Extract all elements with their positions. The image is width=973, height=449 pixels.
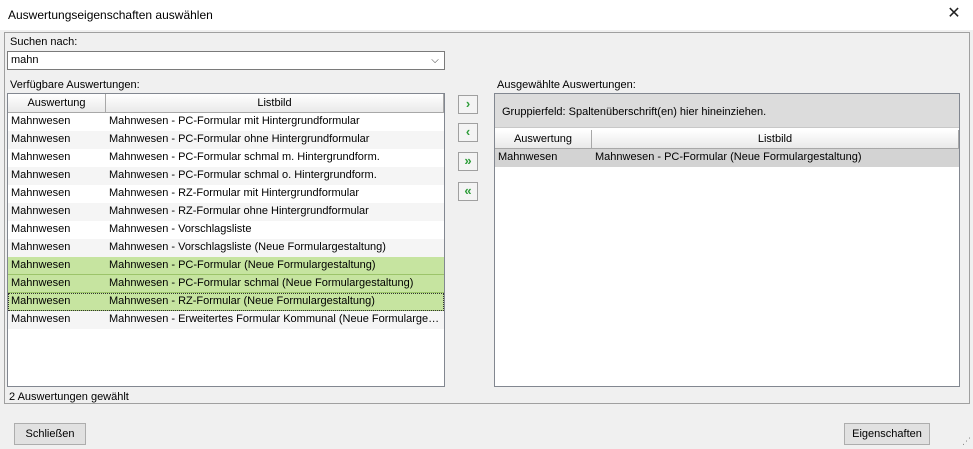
grouping-panel[interactable]: Gruppierfeld: Spaltenüberschrift(en) hie… bbox=[495, 94, 959, 128]
cell-auswertung: Mahnwesen bbox=[11, 169, 71, 181]
table-row[interactable]: Mahnwesen Mahnwesen - PC-Formular mit Hin… bbox=[8, 113, 444, 131]
status-text: 2 Auswertungen gewählt bbox=[9, 391, 129, 403]
chevron-left-icon: ‹ bbox=[465, 124, 471, 139]
search-combobox[interactable]: mahn ⌵ bbox=[7, 51, 445, 70]
table-row[interactable]: Mahnwesen Mahnwesen - Vorschlagsliste bbox=[8, 221, 444, 239]
cell-listbild: Mahnwesen - RZ-Formular mit Hintergrundf… bbox=[109, 187, 360, 199]
cell-auswertung: Mahnwesen bbox=[11, 313, 71, 325]
table-row[interactable]: Mahnwesen Mahnwesen - PC-Formular (Neue F… bbox=[8, 257, 444, 275]
cell-auswertung: Mahnwesen bbox=[11, 223, 71, 235]
cell-auswertung: Mahnwesen bbox=[11, 115, 71, 127]
table-row[interactable]: Mahnwesen Mahnwesen - PC-Formular schmal … bbox=[8, 167, 444, 185]
cell-listbild: Mahnwesen - Vorschlagsliste (Neue Formul… bbox=[109, 241, 386, 253]
close-button[interactable]: Schließen bbox=[14, 423, 86, 445]
cell-listbild: Mahnwesen - PC-Formular schmal o. Hinter… bbox=[109, 169, 377, 181]
cell-listbild: Mahnwesen - RZ-Formular ohne Hintergrund… bbox=[109, 205, 369, 217]
close-icon[interactable]: ✕ bbox=[939, 2, 969, 26]
cell-listbild: Mahnwesen - PC-Formular (Neue Formularge… bbox=[595, 151, 862, 163]
available-list[interactable]: Auswertung Listbild Mahnwesen Mahnwesen -… bbox=[7, 93, 445, 387]
table-row[interactable]: Mahnwesen Mahnwesen - Vorschlagsliste (Ne… bbox=[8, 239, 444, 257]
cell-auswertung: Mahnwesen bbox=[11, 151, 71, 163]
resize-grip-icon[interactable]: ⋰ bbox=[962, 436, 971, 447]
table-row[interactable]: Mahnwesen Mahnwesen - RZ-Formular (Neue F… bbox=[8, 293, 444, 311]
chevron-right-icon: › bbox=[465, 96, 471, 111]
cell-listbild: Mahnwesen - Vorschlagsliste bbox=[109, 223, 252, 235]
cell-listbild: Mahnwesen - PC-Formular ohne Hintergrund… bbox=[109, 133, 370, 145]
cell-auswertung: Mahnwesen bbox=[11, 187, 71, 199]
move-all-left-button[interactable]: « bbox=[458, 182, 478, 201]
cell-auswertung: Mahnwesen bbox=[11, 205, 71, 217]
grouping-hint: Gruppierfeld: Spaltenüberschrift(en) hie… bbox=[502, 106, 767, 118]
available-col-auswertung[interactable]: Auswertung bbox=[8, 94, 106, 113]
properties-button[interactable]: Eigenschaften bbox=[844, 423, 930, 445]
cell-auswertung: Mahnwesen bbox=[11, 295, 71, 307]
selected-col-listbild[interactable]: Listbild bbox=[592, 130, 959, 149]
window-title: Auswertungseigenschaften auswählen bbox=[8, 8, 213, 22]
cell-auswertung: Mahnwesen bbox=[11, 241, 71, 253]
table-row[interactable]: Mahnwesen Mahnwesen - RZ-Formular ohne Hi… bbox=[8, 203, 444, 221]
title-bar: Auswertungseigenschaften auswählen ✕ bbox=[0, 0, 973, 30]
search-value: mahn bbox=[11, 54, 39, 66]
cell-listbild: Mahnwesen - PC-Formular (Neue Formularge… bbox=[109, 259, 376, 271]
cell-auswertung: Mahnwesen bbox=[11, 259, 71, 271]
cell-listbild: Mahnwesen - PC-Formular schmal m. Hinter… bbox=[109, 151, 380, 163]
cell-auswertung: Mahnwesen bbox=[11, 133, 71, 145]
cell-auswertung: Mahnwesen bbox=[11, 277, 71, 289]
selected-label: Ausgewählte Auswertungen: bbox=[497, 79, 636, 91]
selected-list[interactable]: Gruppierfeld: Spaltenüberschrift(en) hie… bbox=[494, 93, 960, 387]
table-row[interactable]: Mahnwesen Mahnwesen - RZ-Formular mit Hin… bbox=[8, 185, 444, 203]
cell-auswertung: Mahnwesen bbox=[498, 151, 558, 163]
table-row[interactable]: Mahnwesen Mahnwesen - Erweitertes Formula… bbox=[8, 311, 444, 329]
table-row[interactable]: Mahnwesen Mahnwesen - PC-Formular ohne Hi… bbox=[8, 131, 444, 149]
selected-col-auswertung[interactable]: Auswertung bbox=[495, 130, 592, 149]
cell-listbild: Mahnwesen - Erweitertes Formular Kommuna… bbox=[109, 313, 444, 325]
cell-listbild: Mahnwesen - PC-Formular mit Hintergrundf… bbox=[109, 115, 360, 127]
cell-listbild: Mahnwesen - PC-Formular schmal (Neue For… bbox=[109, 277, 414, 289]
available-col-listbild[interactable]: Listbild bbox=[106, 94, 444, 113]
move-right-button[interactable]: › bbox=[458, 95, 478, 114]
table-row[interactable]: Mahnwesen Mahnwesen - PC-Formular schmal … bbox=[8, 275, 444, 293]
available-label: Verfügbare Auswertungen: bbox=[10, 79, 140, 91]
move-left-button[interactable]: ‹ bbox=[458, 123, 478, 142]
move-all-right-button[interactable]: » bbox=[458, 152, 478, 171]
search-label: Suchen nach: bbox=[10, 36, 78, 48]
chevron-down-icon[interactable]: ⌵ bbox=[428, 52, 442, 69]
table-row[interactable]: Mahnwesen Mahnwesen - PC-Formular (Neue F… bbox=[495, 149, 959, 167]
table-row[interactable]: Mahnwesen Mahnwesen - PC-Formular schmal … bbox=[8, 149, 444, 167]
double-chevron-left-icon: « bbox=[464, 183, 472, 198]
cell-listbild: Mahnwesen - RZ-Formular (Neue Formularge… bbox=[109, 295, 375, 307]
double-chevron-right-icon: » bbox=[464, 153, 472, 168]
